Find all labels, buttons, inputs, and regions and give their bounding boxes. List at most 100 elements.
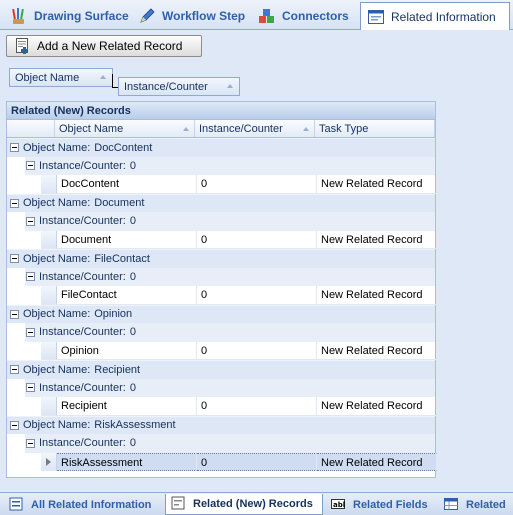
column-label: Task Type xyxy=(319,123,369,135)
add-related-record-button[interactable]: Add a New Related Record xyxy=(6,35,202,57)
collapse-toggle-icon[interactable] xyxy=(26,272,35,282)
header-indent xyxy=(7,120,55,137)
table-row[interactable]: FileContact 0 New Related Record xyxy=(7,286,437,305)
tab-label: Drawing Surface xyxy=(34,9,129,23)
subgroup-prefix: Instance/Counter: xyxy=(39,381,126,394)
cell-task-type[interactable]: New Related Record xyxy=(317,452,437,471)
group-row-instance-counter[interactable]: Instance/Counter: 0 xyxy=(7,267,435,286)
group-row-object-name[interactable]: Object Name: Recipient xyxy=(7,360,435,379)
table-row[interactable]: DocContent 0 New Related Record xyxy=(7,175,437,194)
table-row[interactable]: Recipient 0 New Related Record xyxy=(7,397,437,416)
group-prefix: Object Name: xyxy=(23,252,91,265)
tab-label: Related (New) Records xyxy=(193,498,313,510)
cell-instance-counter[interactable]: 0 xyxy=(197,230,317,249)
collapse-toggle-icon[interactable] xyxy=(26,383,35,393)
cell-object-name[interactable]: FileContact xyxy=(57,286,197,305)
collapse-toggle-icon[interactable] xyxy=(10,309,19,319)
table-row[interactable]: Opinion 0 New Related Record xyxy=(7,341,437,361)
row-selector[interactable] xyxy=(41,341,57,360)
group-row-instance-counter[interactable]: Instance/Counter: 0 xyxy=(7,212,435,231)
cell-instance-counter[interactable]: 0 xyxy=(197,452,317,471)
tab-connectors[interactable]: Connectors xyxy=(252,3,356,29)
group-value: Document xyxy=(94,197,145,210)
collapse-toggle-icon[interactable] xyxy=(26,161,35,171)
collapse-toggle-icon[interactable] xyxy=(10,365,19,375)
column-header-instance-counter[interactable]: Instance/Counter xyxy=(195,120,315,137)
tab-label: Related xyxy=(466,498,506,511)
cell-task-type[interactable]: New Related Record xyxy=(317,230,437,249)
cell-object-name[interactable]: DocContent xyxy=(57,175,197,194)
row-selector[interactable] xyxy=(41,397,57,416)
tab-related[interactable]: Related xyxy=(439,494,513,515)
cell-task-type[interactable]: New Related Record xyxy=(317,397,437,416)
group-row-instance-counter[interactable]: Instance/Counter: 0 xyxy=(7,434,435,453)
column-header-task-type[interactable]: Task Type xyxy=(315,120,435,137)
group-row-object-name[interactable]: Object Name: RiskAssessment xyxy=(7,415,435,434)
sort-ascending-icon xyxy=(183,127,189,131)
collapse-toggle-icon[interactable] xyxy=(26,216,35,226)
grid-title: Related (New) Records xyxy=(7,102,435,120)
column-header-object-name[interactable]: Object Name xyxy=(55,120,195,137)
cell-object-name[interactable]: Document xyxy=(57,230,197,249)
subgroup-prefix: Instance/Counter: xyxy=(39,437,126,450)
collapse-toggle-icon[interactable] xyxy=(10,143,19,153)
collapse-toggle-icon[interactable] xyxy=(10,420,19,430)
collapse-toggle-icon[interactable] xyxy=(26,438,35,448)
collapse-toggle-icon[interactable] xyxy=(10,198,19,208)
group-chip-object-name[interactable]: Object Name xyxy=(9,68,113,87)
subgroup-prefix: Instance/Counter: xyxy=(39,270,126,283)
related-records-grid: Related (New) Records Object Name Instan… xyxy=(6,101,437,478)
tab-drawing-surface[interactable]: Drawing Surface xyxy=(4,3,130,29)
tab-all-related-information[interactable]: All Related Information xyxy=(4,494,162,515)
group-row-object-name[interactable]: Object Name: FileContact xyxy=(7,249,435,268)
tab-workflow-step[interactable]: Workflow Step xyxy=(132,3,250,29)
row-indent xyxy=(7,397,41,416)
tab-related-information[interactable]: Related Information xyxy=(360,2,510,30)
sort-ascending-icon xyxy=(303,127,309,131)
row-indent xyxy=(7,342,41,361)
cell-object-name[interactable]: RiskAssessment xyxy=(57,452,197,471)
subgroup-value: 0 xyxy=(129,215,136,228)
group-row-object-name[interactable]: Object Name: Opinion xyxy=(7,304,435,323)
cell-task-type[interactable]: New Related Record xyxy=(317,341,437,360)
tab-related-fields[interactable]: abl Related Fields xyxy=(326,494,436,515)
row-selector[interactable] xyxy=(41,286,57,305)
text-field-icon: abl xyxy=(330,496,348,514)
row-selector[interactable] xyxy=(41,230,57,249)
group-prefix: Object Name: xyxy=(23,308,91,321)
sort-ascending-icon xyxy=(100,75,106,79)
column-header-row: Object Name Instance/Counter Task Type xyxy=(7,120,435,138)
collapse-toggle-icon[interactable] xyxy=(10,254,19,264)
group-value: Opinion xyxy=(94,308,133,321)
tab-label: Workflow Step xyxy=(162,9,246,23)
tab-related-new-records[interactable]: Related (New) Records xyxy=(165,494,323,515)
group-prefix: Object Name: xyxy=(23,141,91,154)
cell-task-type[interactable]: New Related Record xyxy=(317,175,437,194)
group-row-instance-counter[interactable]: Instance/Counter: 0 xyxy=(7,378,435,397)
subgroup-value: 0 xyxy=(129,270,136,283)
row-indent xyxy=(7,453,41,472)
cell-instance-counter[interactable]: 0 xyxy=(197,341,317,360)
cell-instance-counter[interactable]: 0 xyxy=(197,286,317,305)
cell-instance-counter[interactable]: 0 xyxy=(197,397,317,416)
cell-object-name[interactable]: Opinion xyxy=(57,341,197,360)
group-row-instance-counter[interactable]: Instance/Counter: 0 xyxy=(7,156,435,175)
current-row-arrow-icon xyxy=(46,457,51,466)
cell-instance-counter[interactable]: 0 xyxy=(197,175,317,194)
row-selector[interactable] xyxy=(41,452,57,471)
cell-task-type[interactable]: New Related Record xyxy=(317,286,437,305)
collapse-toggle-icon[interactable] xyxy=(26,327,35,337)
table-row[interactable]: RiskAssessment 0 New Related Record xyxy=(7,452,437,472)
group-row-object-name[interactable]: Object Name: Document xyxy=(7,193,435,212)
table-row[interactable]: Document 0 New Related Record xyxy=(7,230,437,249)
group-row-object-name[interactable]: Object Name: DocContent xyxy=(7,138,435,157)
group-chip-instance-counter[interactable]: Instance/Counter xyxy=(118,77,240,96)
svg-text:abl: abl xyxy=(333,501,345,509)
group-value: DocContent xyxy=(94,141,153,154)
group-row-instance-counter[interactable]: Instance/Counter: 0 xyxy=(7,323,435,342)
row-selector[interactable] xyxy=(41,175,57,194)
chip-label: Instance/Counter xyxy=(124,80,208,93)
chip-label: Object Name xyxy=(15,71,80,84)
cell-object-name[interactable]: Recipient xyxy=(57,397,197,416)
subgroup-prefix: Instance/Counter: xyxy=(39,159,126,172)
